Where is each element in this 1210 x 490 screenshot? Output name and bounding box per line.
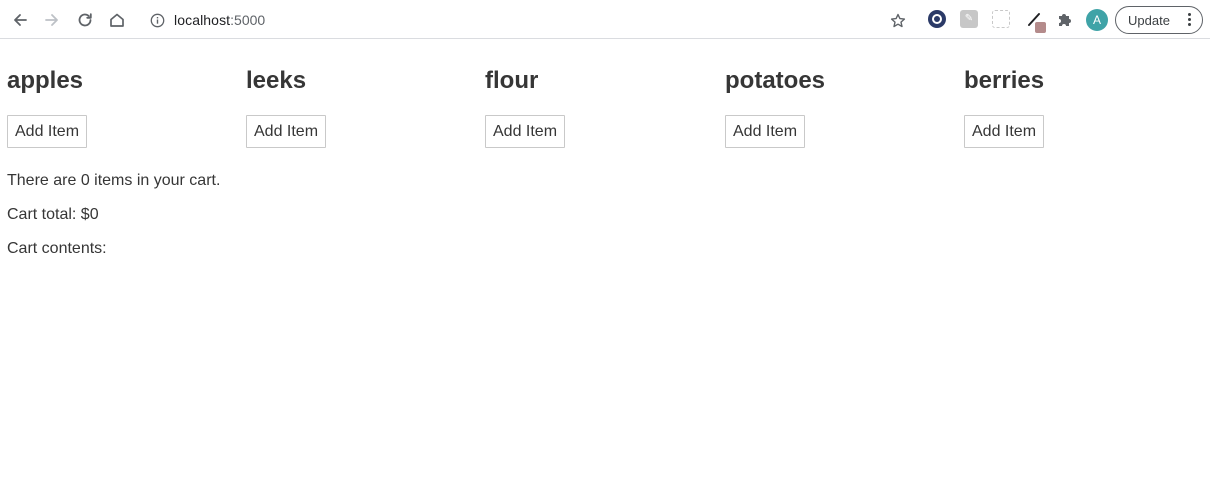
product-name: berries bbox=[964, 67, 1045, 94]
product-card: flour Add Item bbox=[485, 65, 715, 148]
add-item-button[interactable]: Add Item bbox=[725, 115, 806, 148]
extension-grey-icon[interactable]: ✎ bbox=[960, 10, 978, 28]
profile-avatar[interactable]: A bbox=[1086, 9, 1108, 31]
page-content: apples Add Item leeks Add Item flour Add… bbox=[0, 39, 1210, 490]
product-card: berries Add Item bbox=[964, 65, 1194, 148]
browser-toolbar: localhost:5000 ✎ A Update bbox=[0, 0, 1210, 39]
extension-circle-icon[interactable] bbox=[928, 10, 946, 28]
extension-dotted-icon[interactable] bbox=[992, 10, 1010, 28]
home-icon[interactable] bbox=[103, 6, 131, 34]
cart-count: There are 0 items in your cart. bbox=[7, 172, 221, 189]
puzzle-icon[interactable] bbox=[1056, 10, 1074, 28]
back-arrow-icon[interactable] bbox=[6, 6, 34, 34]
add-item-button[interactable]: Add Item bbox=[485, 115, 566, 148]
url-port: :5000 bbox=[230, 12, 266, 28]
cart-contents-label: Cart contents: bbox=[7, 240, 107, 257]
product-name: potatoes bbox=[725, 67, 826, 94]
product-card: potatoes Add Item bbox=[725, 65, 955, 148]
extension-pen-icon[interactable] bbox=[1026, 10, 1048, 33]
pen-badge bbox=[1035, 22, 1046, 33]
update-button[interactable]: Update bbox=[1115, 6, 1203, 34]
update-label: Update bbox=[1128, 12, 1170, 28]
add-item-button[interactable]: Add Item bbox=[7, 115, 88, 148]
forward-arrow-icon[interactable] bbox=[38, 6, 66, 34]
kebab-menu-icon[interactable] bbox=[1188, 13, 1192, 27]
reload-icon[interactable] bbox=[71, 6, 99, 34]
address-bar[interactable]: localhost:5000 bbox=[140, 5, 920, 35]
add-item-button[interactable]: Add Item bbox=[246, 115, 327, 148]
info-icon[interactable] bbox=[149, 12, 165, 28]
product-name: flour bbox=[485, 67, 539, 94]
cart-total: Cart total: $0 bbox=[7, 206, 99, 223]
product-card: leeks Add Item bbox=[246, 65, 476, 148]
product-name: leeks bbox=[246, 67, 307, 94]
add-item-button[interactable]: Add Item bbox=[964, 115, 1045, 148]
url-host: localhost bbox=[174, 12, 231, 28]
product-name: apples bbox=[7, 67, 84, 94]
star-icon[interactable] bbox=[884, 7, 912, 35]
product-card: apples Add Item bbox=[7, 65, 237, 148]
